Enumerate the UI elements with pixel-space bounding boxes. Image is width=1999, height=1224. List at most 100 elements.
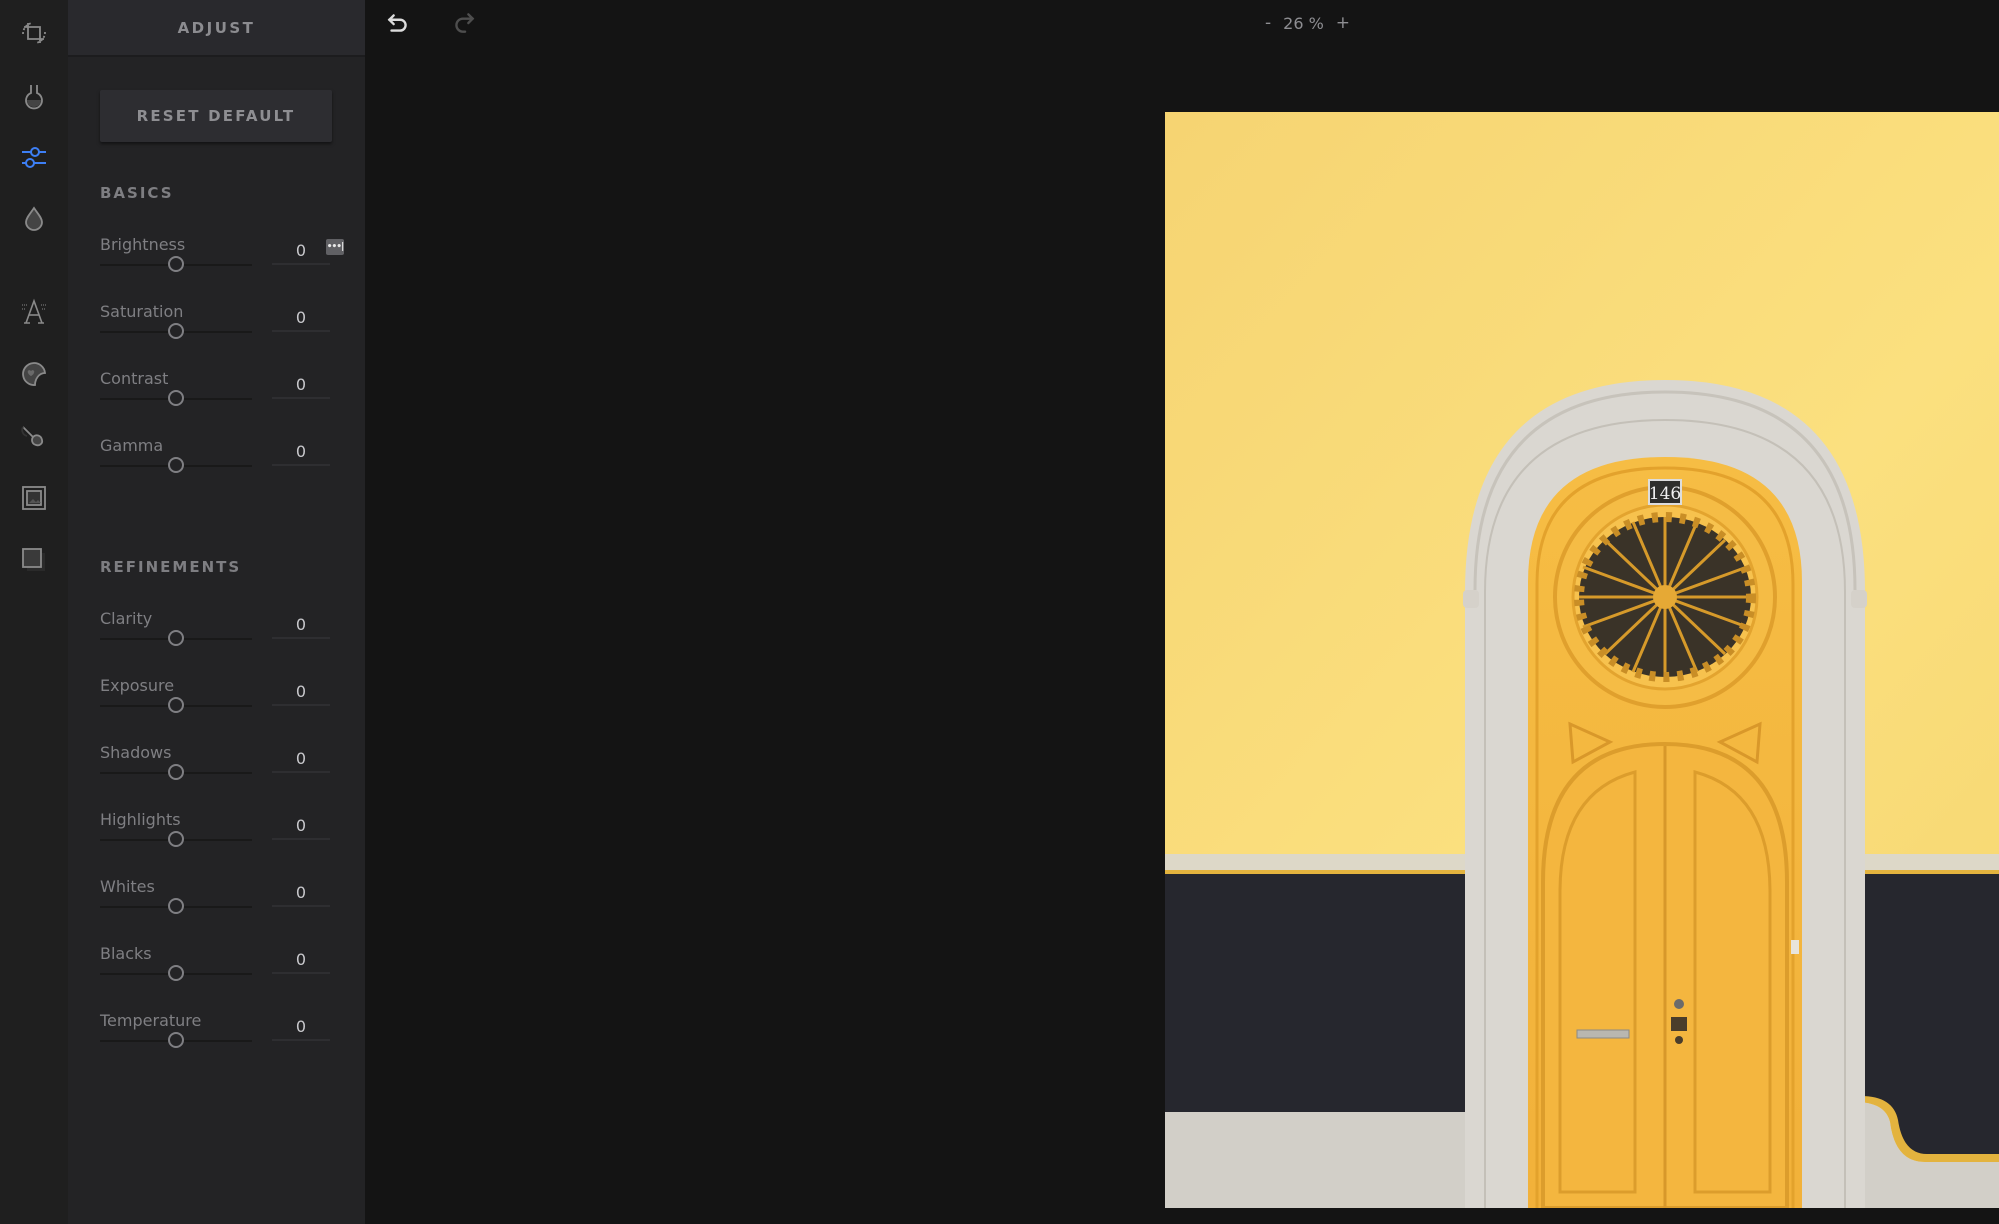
gamma-slider-thumb[interactable] xyxy=(168,457,184,473)
highlights-label: Highlights xyxy=(100,810,181,829)
rail-adjust-button[interactable] xyxy=(14,137,54,177)
tool-rail xyxy=(0,0,68,1224)
redo-icon xyxy=(455,13,475,33)
sliders-icon xyxy=(22,147,46,168)
zoom-level: 26 % xyxy=(1283,13,1324,33)
temperature-slider-thumb[interactable] xyxy=(168,1032,184,1048)
whites-value-input[interactable] xyxy=(272,877,330,907)
base-right xyxy=(1853,854,1999,870)
whites-label: Whites xyxy=(100,877,155,896)
highlights-slider[interactable] xyxy=(100,831,252,847)
control-gamma: Gamma xyxy=(100,436,340,498)
control-highlights: Highlights xyxy=(100,810,340,872)
temperature-value-input[interactable] xyxy=(272,1011,330,1041)
rail-overlay-button[interactable] xyxy=(14,540,54,580)
frame-icon xyxy=(22,486,46,510)
exposure-label: Exposure xyxy=(100,676,175,695)
base-left xyxy=(1165,854,1477,870)
section-title-basics: BASICS xyxy=(100,184,174,202)
rail-crop-button[interactable] xyxy=(14,13,54,53)
brightness-options-button[interactable]: •••| xyxy=(326,239,344,255)
sticker-icon xyxy=(22,362,46,386)
flask-icon xyxy=(25,85,43,110)
gamma-label: Gamma xyxy=(100,436,164,455)
control-brightness: Brightness •••| xyxy=(100,235,344,297)
exposure-slider-thumb[interactable] xyxy=(168,697,184,713)
temperature-label: Temperature xyxy=(100,1011,202,1030)
editor-canvas: 146 xyxy=(365,46,1999,1224)
brightness-slider[interactable] xyxy=(100,256,252,272)
undo-button[interactable] xyxy=(383,8,413,38)
blacks-value-input[interactable] xyxy=(272,944,330,974)
contrast-slider[interactable] xyxy=(100,390,252,406)
saturation-slider[interactable] xyxy=(100,323,252,339)
control-shadows: Shadows xyxy=(100,743,340,805)
zoom-out-button[interactable]: - xyxy=(1255,13,1281,33)
clarity-slider[interactable] xyxy=(100,630,252,646)
brightness-slider-thumb[interactable] xyxy=(168,256,184,272)
brightness-label: Brightness xyxy=(100,235,186,254)
brightness-value-input[interactable] xyxy=(272,235,330,265)
control-blacks: Blacks xyxy=(100,944,340,1006)
blacks-label: Blacks xyxy=(100,944,152,963)
whites-slider-thumb[interactable] xyxy=(168,898,184,914)
more-icon: •••| xyxy=(326,241,345,252)
adjust-panel: ADJUST RESET DEFAULT BASICS Brightness ••… xyxy=(68,0,365,1224)
blacks-slider-thumb[interactable] xyxy=(168,965,184,981)
saturation-slider-thumb[interactable] xyxy=(168,323,184,339)
droplet-icon xyxy=(25,206,43,231)
photo-preview[interactable]: 146 xyxy=(1165,112,1999,1208)
control-temperature: Temperature xyxy=(100,1011,340,1073)
zoom-control: - 26 % + xyxy=(1255,13,1360,33)
shadows-label: Shadows xyxy=(100,743,172,762)
highlights-value-input[interactable] xyxy=(272,810,330,840)
highlights-slider-thumb[interactable] xyxy=(168,831,184,847)
overlay-icon xyxy=(22,548,45,571)
rail-brush-button[interactable] xyxy=(14,416,54,456)
contrast-label: Contrast xyxy=(100,369,169,388)
control-exposure: Exposure xyxy=(100,676,340,738)
mail-slot xyxy=(1576,1029,1630,1039)
control-clarity: Clarity xyxy=(100,609,340,671)
crop-icon xyxy=(22,22,46,44)
clarity-label: Clarity xyxy=(100,609,153,628)
panel-header: ADJUST xyxy=(68,0,365,57)
clarity-value-input[interactable] xyxy=(272,609,330,639)
brush-icon xyxy=(21,426,44,447)
redo-button[interactable] xyxy=(449,8,479,38)
rail-text-button[interactable] xyxy=(14,292,54,332)
control-saturation: Saturation xyxy=(100,302,340,364)
contrast-value-input[interactable] xyxy=(272,369,330,399)
panel-title: ADJUST xyxy=(177,18,256,37)
shadows-value-input[interactable] xyxy=(272,743,330,773)
door-knob xyxy=(1674,999,1684,1009)
shadows-slider[interactable] xyxy=(100,764,252,780)
text-icon xyxy=(22,298,46,324)
top-toolbar: - 26 % + xyxy=(365,0,1999,46)
undo-icon xyxy=(387,14,407,32)
exposure-slider[interactable] xyxy=(100,697,252,713)
rail-frames-button[interactable] xyxy=(14,478,54,518)
shadows-slider-thumb[interactable] xyxy=(168,764,184,780)
control-contrast: Contrast xyxy=(100,369,340,431)
exposure-value-input[interactable] xyxy=(272,676,330,706)
gamma-value-input[interactable] xyxy=(272,436,330,466)
contrast-slider-thumb[interactable] xyxy=(168,390,184,406)
gamma-slider[interactable] xyxy=(100,457,252,473)
control-whites: Whites xyxy=(100,877,340,939)
door-lock xyxy=(1671,1017,1687,1031)
rail-color-button[interactable] xyxy=(14,199,54,239)
saturation-value-input[interactable] xyxy=(272,302,330,332)
blacks-slider[interactable] xyxy=(100,965,252,981)
clarity-slider-thumb[interactable] xyxy=(168,630,184,646)
house-number: 146 xyxy=(1649,484,1681,504)
rail-stickers-button[interactable] xyxy=(14,354,54,394)
rail-filters-button[interactable] xyxy=(14,75,54,115)
whites-slider[interactable] xyxy=(100,898,252,914)
reset-default-button[interactable]: RESET DEFAULT xyxy=(100,90,332,142)
section-title-refinements: REFINEMENTS xyxy=(100,558,242,576)
saturation-label: Saturation xyxy=(100,302,184,321)
temperature-slider[interactable] xyxy=(100,1032,252,1048)
zoom-in-button[interactable]: + xyxy=(1326,13,1360,33)
photo-artwork: 146 xyxy=(1165,112,1999,1208)
